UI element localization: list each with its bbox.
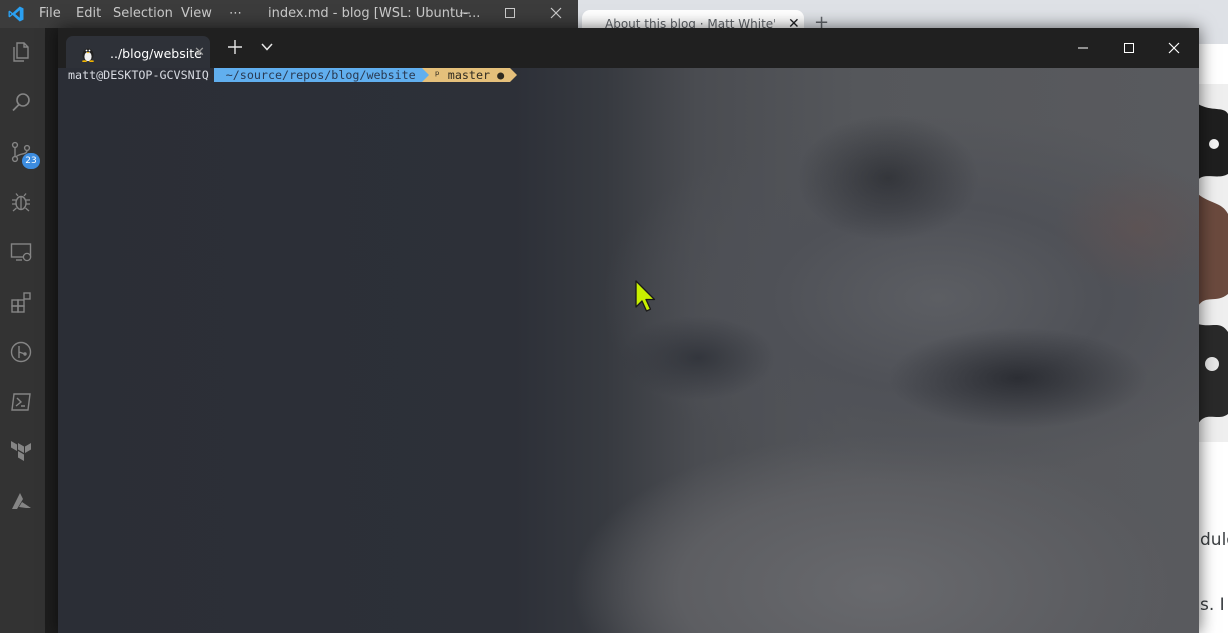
powerline-separator-icon (421, 68, 429, 82)
page-body-text-fragment: s. I w (1200, 595, 1228, 615)
menu-view[interactable]: View (181, 6, 212, 22)
search-icon[interactable] (9, 90, 33, 114)
terminal-window[interactable]: ../blog/website ✕ matt@DESKTOP-GCVSNIQ ~… (58, 28, 1199, 633)
terminal-tab-bar: ../blog/website ✕ (58, 28, 1199, 68)
remote-explorer-icon[interactable] (9, 240, 33, 264)
chevron-down-icon[interactable] (260, 41, 274, 53)
terminal-tab-title: ../blog/website (110, 46, 202, 61)
vscode-maximize-icon[interactable] (502, 5, 518, 21)
page-header-image (1198, 84, 1228, 442)
vscode-minimize-icon[interactable] (457, 5, 473, 21)
debug-icon[interactable] (9, 190, 33, 214)
vscode-activity-bar: 23 (0, 28, 45, 633)
mouse-pointer-icon (635, 280, 656, 312)
vscode-window-title: index.md - blog [WSL: Ubuntu-... (268, 6, 481, 21)
vscode-logo-icon (8, 6, 24, 22)
terminal-maximize-icon[interactable] (1121, 40, 1137, 56)
terminal-tab[interactable]: ../blog/website ✕ (66, 36, 210, 68)
powershell-icon[interactable] (9, 390, 33, 414)
menu-file[interactable]: File (39, 6, 61, 22)
vscode-titlebar: File Edit Selection View ⋯ index.md - bl… (0, 0, 578, 28)
terminal-content[interactable]: matt@DESKTOP-GCVSNIQ ~/source/repos/blog… (58, 68, 1199, 633)
azure-icon[interactable] (9, 490, 33, 514)
extensions-icon[interactable] (9, 290, 33, 314)
linux-tux-icon (82, 48, 94, 62)
menu-more[interactable]: ⋯ (229, 6, 242, 22)
vscode-close-icon[interactable] (548, 5, 564, 21)
page-body-text-fragment: dulge (1200, 530, 1228, 550)
prompt-git-branch: ᵖ master ● (421, 68, 518, 82)
menu-selection[interactable]: Selection (113, 6, 173, 22)
powerline-separator-icon (510, 68, 518, 82)
terminal-minimize-icon[interactable] (1075, 40, 1091, 56)
explorer-icon[interactable] (9, 40, 33, 64)
prompt-path: ~/source/repos/blog/website (213, 68, 429, 82)
terraform-icon[interactable] (9, 440, 33, 464)
gitlens-icon[interactable] (9, 340, 33, 364)
new-tab-plus-icon[interactable] (226, 38, 244, 56)
menu-edit[interactable]: Edit (76, 6, 101, 22)
prompt-user-host: matt@DESKTOP-GCVSNIQ (68, 68, 209, 82)
terminal-close-icon[interactable] (1166, 40, 1182, 56)
terminal-tab-close-icon[interactable]: ✕ (194, 45, 205, 60)
source-control-badge: 23 (22, 153, 40, 169)
shell-prompt: matt@DESKTOP-GCVSNIQ ~/source/repos/blog… (68, 68, 518, 82)
